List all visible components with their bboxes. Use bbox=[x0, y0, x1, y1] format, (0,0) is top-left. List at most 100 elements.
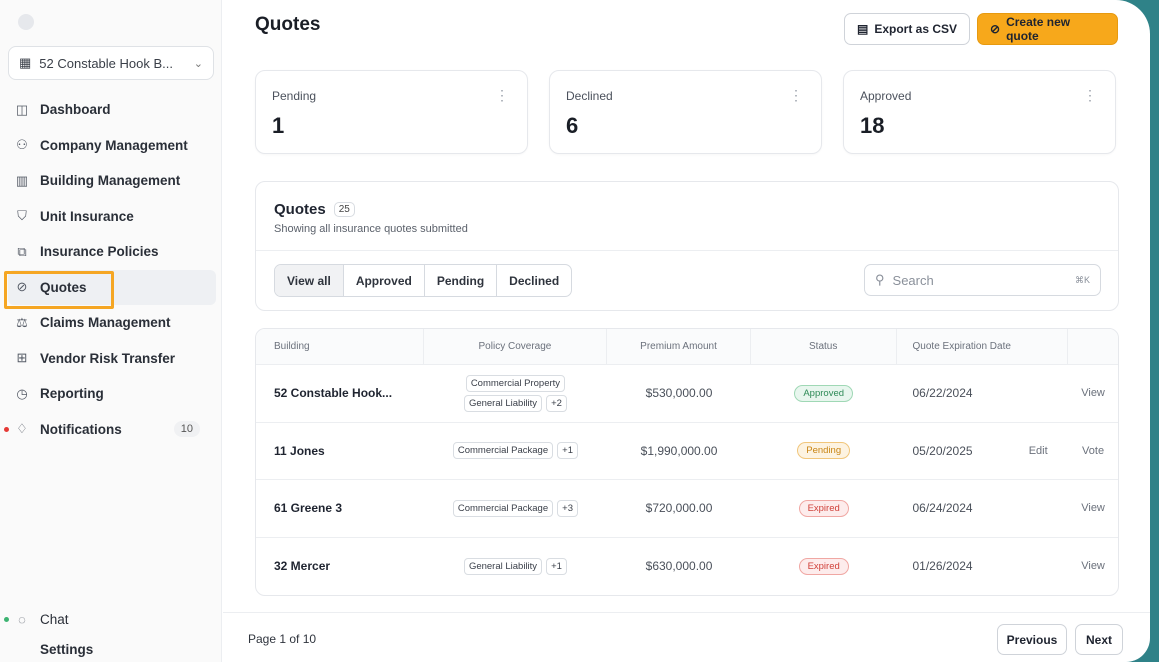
quote-icon: ⊘ bbox=[16, 279, 28, 295]
status-cell: Pending bbox=[751, 442, 897, 460]
policies-icon: ⧉ bbox=[17, 243, 27, 259]
tab-declined[interactable]: Declined bbox=[497, 265, 571, 296]
vendor-icon: ⊞ bbox=[16, 350, 28, 366]
building-cell: 11 Jones bbox=[274, 443, 325, 458]
more-options-icon[interactable]: ⋮ bbox=[1083, 87, 1097, 104]
next-page-button[interactable]: Next bbox=[1075, 624, 1123, 655]
sidebar-item-insurance-policies[interactable]: ⧉ Insurance Policies bbox=[8, 234, 216, 270]
claims-icon: ⚖ bbox=[16, 314, 28, 330]
search-input[interactable]: ⚲ Search ⌘K bbox=[864, 264, 1101, 296]
stat-card-declined: Declined 6 ⋮ bbox=[549, 70, 822, 154]
sidebar-item-label: Unit Insurance bbox=[40, 208, 134, 224]
view-link[interactable]: View bbox=[1068, 387, 1118, 399]
sidebar-item-label: Vendor Risk Transfer bbox=[40, 350, 176, 366]
stat-label: Pending bbox=[272, 89, 317, 103]
quotes-count-badge: 25 bbox=[333, 202, 355, 217]
building-icon: ▥ bbox=[15, 172, 29, 188]
panel-title: Quotes 25 bbox=[274, 201, 355, 218]
page-title: Quotes bbox=[255, 14, 321, 35]
sidebar-item-label: Reporting bbox=[40, 386, 104, 402]
search-shortcut: ⌘K bbox=[1074, 274, 1090, 285]
tab-view-all[interactable]: View all bbox=[275, 265, 344, 296]
building-cell: 61 Greene 3 bbox=[274, 501, 343, 516]
sidebar-item-vendor-risk-transfer[interactable]: ⊞ Vendor Risk Transfer bbox=[8, 341, 216, 377]
create-quote-label: Create new quote bbox=[1006, 15, 1071, 43]
export-csv-label: Export as CSV bbox=[874, 22, 958, 36]
edit-link[interactable]: Edit bbox=[1008, 445, 1068, 457]
create-quote-button[interactable]: ⊘ Create new quote bbox=[977, 13, 1118, 45]
column-header-status[interactable]: Status bbox=[751, 329, 897, 364]
coverage-more-chip[interactable]: +1 bbox=[557, 442, 578, 460]
pagination-info: Page 1 of 10 bbox=[248, 632, 317, 646]
coverage-chip: Commercial Property bbox=[465, 374, 566, 392]
expiration-date-cell: 05/20/2025 bbox=[912, 443, 973, 458]
coverage-more-chip[interactable]: +1 bbox=[546, 557, 567, 575]
column-header-building[interactable]: Building bbox=[256, 329, 424, 364]
building-selector[interactable]: ▦ 52 Constable Hook B... ⌄ bbox=[8, 46, 214, 80]
sidebar-item-unit-insurance[interactable]: ⛉ Unit Insurance bbox=[8, 199, 216, 235]
view-link[interactable]: View bbox=[1068, 560, 1118, 572]
status-badge: Expired bbox=[798, 557, 849, 575]
status-cell: Expired bbox=[751, 499, 897, 517]
shield-icon: ⛉ bbox=[17, 208, 27, 224]
search-placeholder: Search bbox=[892, 272, 934, 288]
sidebar-bottom: ◌ Chat Settings bbox=[4, 602, 216, 662]
sidebar-item-label: Insurance Policies bbox=[40, 244, 159, 260]
table-row[interactable]: 11 Jones Commercial Package +1 $1,990,00… bbox=[256, 423, 1118, 480]
sidebar-item-claims-management[interactable]: ⚖ Claims Management bbox=[8, 305, 216, 341]
previous-page-button[interactable]: Previous bbox=[997, 624, 1067, 655]
coverage-cell: Commercial Package +3 bbox=[424, 499, 608, 517]
column-header-expiration-date[interactable]: Quote Expiration Date bbox=[897, 329, 1069, 364]
coverage-chip: General Liability bbox=[463, 557, 543, 575]
premium-cell: $720,000.00 bbox=[645, 501, 713, 516]
sidebar-item-label: Settings bbox=[40, 642, 94, 657]
sidebar-item-chat[interactable]: ◌ Chat bbox=[4, 602, 216, 638]
column-header-premium-amount[interactable]: Premium Amount bbox=[607, 329, 751, 364]
filter-tabs: View all Approved Pending Declined bbox=[274, 264, 573, 297]
view-link[interactable]: View bbox=[1068, 502, 1118, 514]
sidebar-item-label: Quotes bbox=[40, 279, 87, 295]
table-row[interactable]: 61 Greene 3 Commercial Package +3 $720,0… bbox=[256, 480, 1118, 538]
tab-approved[interactable]: Approved bbox=[344, 265, 425, 296]
search-icon: ⚲ bbox=[875, 272, 885, 287]
status-cell: Approved bbox=[751, 384, 897, 402]
chevron-down-icon: ⌄ bbox=[193, 57, 203, 70]
export-csv-button[interactable]: ▤ Export as CSV bbox=[844, 13, 971, 45]
sidebar-item-company-management[interactable]: ⚇ Company Management bbox=[8, 128, 216, 164]
sidebar-item-notifications[interactable]: ♢ Notifications 10 bbox=[4, 412, 216, 448]
coverage-cell: Commercial Package +1 bbox=[424, 442, 608, 460]
stat-value: 18 bbox=[860, 113, 885, 138]
more-options-icon[interactable]: ⋮ bbox=[789, 87, 803, 104]
expiration-date-cell: 06/22/2024 bbox=[912, 386, 973, 401]
online-indicator bbox=[4, 617, 9, 623]
coverage-cell: General Liability +1 bbox=[424, 557, 608, 575]
app-window: ▦ 52 Constable Hook B... ⌄ ◫ Dashboard ⚇… bbox=[0, 0, 1150, 662]
logo bbox=[18, 14, 34, 30]
panel-title-text: Quotes bbox=[274, 201, 326, 218]
table-row[interactable]: 52 Constable Hook... Commercial Property… bbox=[256, 365, 1118, 423]
stat-card-pending: Pending 1 ⋮ bbox=[255, 70, 528, 154]
column-header-policy-coverage[interactable]: Policy Coverage bbox=[424, 329, 608, 364]
coverage-chip: Commercial Package bbox=[452, 499, 554, 517]
sidebar-item-quotes[interactable]: ⊘ Quotes bbox=[4, 269, 216, 308]
coverage-cell: Commercial Property General Liability +2 bbox=[424, 374, 608, 412]
table-header: Building Policy Coverage Premium Amount … bbox=[256, 329, 1118, 365]
table-row[interactable]: 32 Mercer General Liability +1 $630,000.… bbox=[256, 538, 1118, 596]
more-options-icon[interactable]: ⋮ bbox=[495, 87, 509, 104]
sidebar-item-reporting[interactable]: ◷ Reporting bbox=[8, 376, 216, 412]
reporting-icon: ◷ bbox=[16, 385, 28, 401]
sidebar-nav: ◫ Dashboard ⚇ Company Management ▥ Build… bbox=[4, 92, 216, 448]
coverage-more-chip[interactable]: +3 bbox=[557, 499, 578, 517]
sidebar-item-dashboard[interactable]: ◫ Dashboard bbox=[8, 92, 216, 128]
coverage-more-chip[interactable]: +2 bbox=[546, 394, 567, 412]
status-badge: Approved bbox=[794, 384, 854, 402]
building-icon: ▦ bbox=[19, 55, 32, 70]
sidebar-item-label: Chat bbox=[40, 612, 69, 628]
sidebar-item-settings[interactable]: Settings bbox=[8, 638, 216, 662]
notification-count-badge: 10 bbox=[173, 421, 200, 438]
vote-link[interactable]: Vote bbox=[1068, 445, 1118, 457]
sidebar-item-building-management[interactable]: ▥ Building Management bbox=[8, 163, 216, 199]
tab-pending[interactable]: Pending bbox=[425, 265, 498, 296]
export-icon: ▤ bbox=[857, 22, 869, 36]
building-cell: 32 Mercer bbox=[274, 559, 331, 574]
